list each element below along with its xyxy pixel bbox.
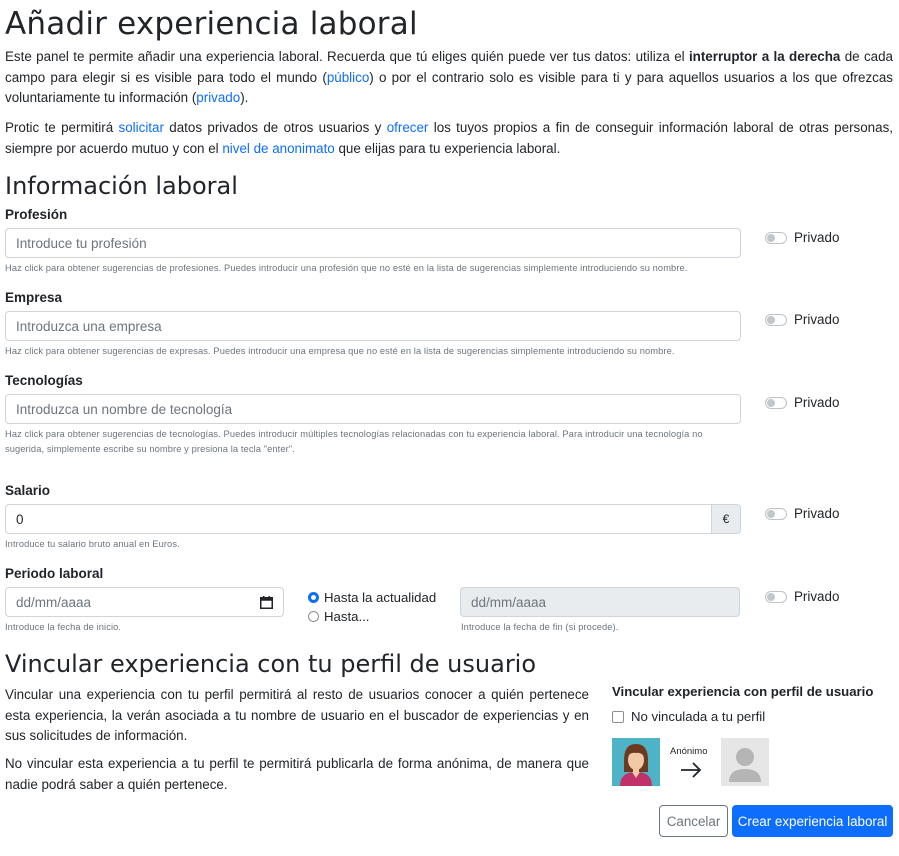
profession-privacy-toggle[interactable]: Privado [765, 230, 839, 245]
request-link[interactable]: solicitar [119, 120, 164, 135]
currency-addon: € [712, 504, 741, 534]
toggle-switch[interactable] [765, 507, 787, 520]
end-date-input: dd/mm/aaaa [460, 587, 740, 617]
technologies-privacy-toggle[interactable]: Privado [765, 395, 839, 410]
technologies-label: Tecnologías [5, 373, 83, 388]
period-label: Periodo laboral [5, 566, 104, 581]
intro-bold-text: interruptor a la derecha [688, 49, 841, 64]
work-info-heading: Información laboral [5, 172, 238, 200]
start-date-input[interactable]: dd/mm/aaaa [5, 587, 284, 617]
link-profile-paragraph-2: No vincular esta experiencia a tu perfil… [5, 756, 589, 792]
anonymous-label: Anónimo [670, 746, 708, 757]
profession-input[interactable]: Introduce tu profesión [5, 228, 741, 258]
company-help: Haz click para obtener sugerencias de ex… [5, 346, 675, 356]
company-privacy-toggle[interactable]: Privado [765, 312, 839, 327]
toggle-switch[interactable] [765, 231, 787, 244]
salary-help: Introduce tu salario bruto anual en Euro… [5, 539, 180, 549]
cancel-button[interactable]: Cancelar [659, 805, 728, 837]
private-link[interactable]: privado [196, 90, 240, 105]
intro-paragraph-1: Este panel te permite añadir una experie… [5, 49, 894, 105]
profession-label: Profesión [5, 207, 68, 222]
anonymous-avatar-icon [721, 738, 769, 786]
calendar-icon[interactable] [260, 595, 273, 609]
salary-input-group: 0 € [5, 504, 741, 534]
company-label: Empresa [5, 290, 63, 305]
start-date-help: Introduce la fecha de inicio. [5, 622, 122, 632]
technologies-input[interactable]: Introduzca un nombre de tecnología [5, 394, 741, 424]
salary-label: Salario [5, 483, 51, 498]
radio-current-input[interactable] [308, 592, 319, 603]
no-link-checkbox-input[interactable] [612, 710, 624, 723]
public-link[interactable]: público [327, 70, 369, 85]
radio-current[interactable]: Hasta la actualidad [308, 590, 436, 605]
salary-privacy-toggle[interactable]: Privado [765, 506, 839, 521]
link-profile-heading: Vincular experiencia con tu perfil de us… [5, 650, 537, 678]
link-profile-paragraph-1: Vincular una experiencia con tu perfil p… [5, 687, 589, 743]
user-avatar-icon [612, 738, 660, 786]
arrow-right-icon [680, 762, 702, 778]
radio-until-input[interactable] [308, 611, 319, 622]
anonymity-level-link[interactable]: nivel de anonimato [222, 141, 334, 156]
toggle-switch[interactable] [765, 313, 787, 326]
create-experience-button[interactable]: Crear experiencia laboral [732, 805, 893, 837]
company-input[interactable]: Introduzca una empresa [5, 311, 741, 341]
period-privacy-toggle[interactable]: Privado [765, 589, 839, 604]
offer-link[interactable]: ofrecer [387, 120, 429, 135]
radio-until[interactable]: Hasta... [308, 609, 369, 624]
page-title: Añadir experiencia laboral [5, 6, 418, 42]
link-profile-side-title: Vincular experiencia con perfil de usuar… [612, 684, 874, 699]
profession-help: Haz click para obtener sugerencias de pr… [5, 263, 688, 273]
end-date-help: Introduce la fecha de fin (si procede). [461, 622, 619, 632]
toggle-switch[interactable] [765, 590, 787, 603]
toggle-switch[interactable] [765, 396, 787, 409]
salary-input[interactable]: 0 [5, 504, 712, 534]
no-link-checkbox[interactable]: No vinculada a tu perfil [612, 709, 765, 724]
technologies-help: Haz click para obtener sugerencias de te… [5, 429, 703, 454]
intro-paragraph-2: Protic te permitirá solicitar datos priv… [5, 120, 893, 156]
